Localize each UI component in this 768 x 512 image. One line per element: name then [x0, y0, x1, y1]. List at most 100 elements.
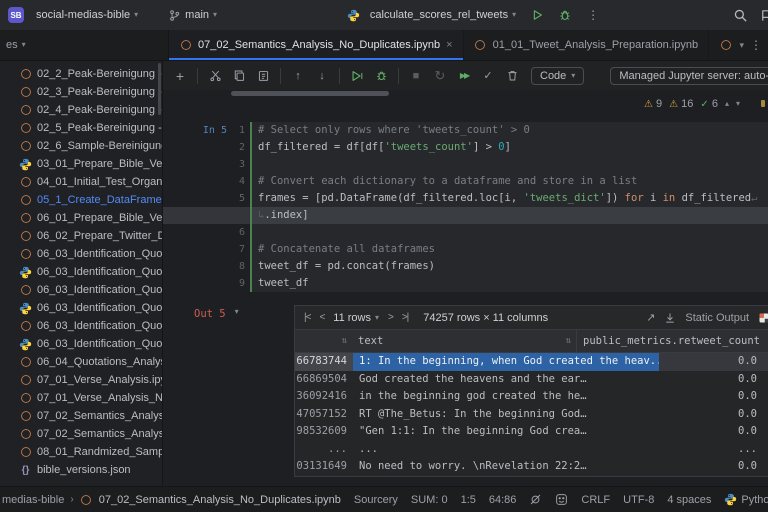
- code-text[interactable]: frames = [pd.DataFrame(df_filtered.loc[i…: [250, 190, 768, 207]
- text-cell[interactable]: No need to worry. \nRevelation 22:2…: [353, 458, 659, 476]
- code-line[interactable]: 9tweet_df: [163, 275, 768, 292]
- file-item[interactable]: 06_01_Prepare_Bible_Versio: [0, 209, 162, 227]
- prev-problem-chevron[interactable]: ▴: [725, 100, 729, 108]
- delete-cell-button[interactable]: [501, 65, 523, 87]
- output-collapse-chevron[interactable]: ▾: [235, 308, 239, 316]
- editor-tab[interactable]: 01_01_Tweet_Analysis_Preparation.ipynb: [464, 30, 709, 60]
- cut-cell-button[interactable]: [204, 65, 226, 87]
- code-text[interactable]: # Convert each dictionary to a dataframe…: [250, 173, 768, 190]
- search-icon[interactable]: [730, 4, 752, 26]
- table-row[interactable]: 47057152RT @The_Betus: In the beginning …: [295, 406, 768, 424]
- text-cell[interactable]: "Gen 1:1: In the beginning God crea…: [353, 423, 659, 441]
- code-text[interactable]: [250, 224, 768, 241]
- row-index-cell[interactable]: 66869504: [295, 371, 353, 389]
- encoding-widget[interactable]: UTF-8: [623, 494, 654, 506]
- tab-options-kebab[interactable]: ⋮: [750, 38, 762, 52]
- code-line[interactable]: 3: [163, 156, 768, 173]
- code-text[interactable]: df_filtered = df[df['tweets_count'] > 0]: [250, 139, 768, 156]
- file-item[interactable]: 06_03_Identification_Quotat: [0, 317, 162, 335]
- table-row[interactable]: 03131649No need to worry. \nRevelation 2…: [295, 458, 768, 476]
- code-line[interactable]: 8tweet_df = pd.concat(frames): [163, 258, 768, 275]
- retweet-count-cell[interactable]: 0.0: [659, 423, 768, 441]
- notifications-flag-icon[interactable]: [756, 4, 768, 26]
- code-text[interactable]: [250, 156, 768, 173]
- hidden-tabs-chevron[interactable]: ▾: [739, 41, 744, 50]
- table-row[interactable]: 36092416in the beginning god created the…: [295, 388, 768, 406]
- interpreter-widget[interactable]: Python 3.1: [724, 493, 768, 506]
- error-stripe-mark[interactable]: [761, 100, 765, 107]
- code-text[interactable]: tweet_df = pd.concat(frames): [250, 258, 768, 275]
- code-with-me-icon[interactable]: [555, 493, 568, 506]
- retweet-count-cell[interactable]: 0.0: [659, 388, 768, 406]
- table-row[interactable]: 667837441: In the beginning, when God cr…: [295, 353, 768, 371]
- file-item[interactable]: 06_02_Prepare_Twitter_Dat: [0, 227, 162, 245]
- sourcery-widget[interactable]: Sourcery: [354, 494, 398, 506]
- row-index-cell[interactable]: 03131649: [295, 458, 353, 476]
- file-item[interactable]: 08_01_Randmized_Sample_: [0, 443, 162, 461]
- project-selector[interactable]: social-medias-bible ▾: [32, 7, 142, 23]
- text-cell[interactable]: 1: In the beginning, when God created th…: [353, 353, 659, 371]
- line-ending-widget[interactable]: CRLF: [581, 494, 610, 506]
- next-problem-chevron[interactable]: ▾: [736, 100, 740, 108]
- restart-kernel-button[interactable]: ↻: [429, 65, 451, 87]
- code-line[interactable]: 4# Convert each dictionary to a datafram…: [163, 173, 768, 190]
- static-output-label[interactable]: Static Output: [685, 312, 749, 324]
- retweet-count-cell[interactable]: 0.0: [659, 353, 768, 371]
- add-cell-button[interactable]: +: [169, 65, 191, 87]
- run-all-cells-button[interactable]: ▶▶: [453, 65, 475, 87]
- run-config-selector[interactable]: calculate_scores_rel_tweets ▾: [366, 7, 520, 23]
- file-item[interactable]: 02_3_Peak-Bereinigung - Pe: [0, 83, 162, 101]
- text-cell[interactable]: in the beginning god created the he…: [353, 388, 659, 406]
- code-line[interactable]: ↳.index]: [163, 207, 768, 224]
- file-item[interactable]: 02_5_Peak-Bereinigung - Pe: [0, 119, 162, 137]
- page-size-dropdown[interactable]: 11 rows ▾: [333, 312, 379, 324]
- cell-type-dropdown[interactable]: Code ▾: [531, 67, 584, 85]
- open-in-new-icon[interactable]: ↗: [646, 311, 655, 324]
- first-page-button[interactable]: |<: [304, 312, 310, 323]
- row-index-cell[interactable]: 66783744: [295, 353, 353, 371]
- file-item[interactable]: 02_2_Peak-Bereinigung - Pe: [0, 65, 162, 83]
- file-item[interactable]: 05_1_Create_DataFrames.ip: [0, 191, 162, 209]
- debug-button[interactable]: [554, 4, 576, 26]
- retweet-count-cell[interactable]: ...: [659, 441, 768, 459]
- code-text[interactable]: ↳.index]: [250, 207, 768, 224]
- copy-cell-button[interactable]: [228, 65, 250, 87]
- table-row[interactable]: .........: [295, 441, 768, 459]
- stop-kernel-button[interactable]: ■: [405, 65, 427, 87]
- file-item[interactable]: 06_03_Identification_Quotat: [0, 335, 162, 353]
- prev-page-button[interactable]: <: [319, 312, 324, 323]
- text-cell[interactable]: ...: [353, 441, 659, 459]
- file-item[interactable]: 04_01_Initial_Test_Organiza: [0, 173, 162, 191]
- move-cell-up-button[interactable]: ↑: [287, 65, 309, 87]
- row-index-cell[interactable]: 98532609: [295, 423, 353, 441]
- retweet-count-cell[interactable]: 0.0: [659, 371, 768, 389]
- code-line[interactable]: 2df_filtered = df[df['tweets_count'] > 0…: [163, 139, 768, 156]
- highlighting-off-icon[interactable]: [529, 493, 542, 506]
- column-header-text[interactable]: text ⇅: [351, 335, 576, 347]
- file-item[interactable]: 02_4_Peak-Bereinigung - Pe: [0, 101, 162, 119]
- jupyter-server-dropdown[interactable]: Managed Jupyter server: auto-start ▾: [610, 67, 768, 85]
- row-index-cell[interactable]: 47057152: [295, 406, 353, 424]
- file-item[interactable]: 07_02_Semantics_Analysis.i: [0, 407, 162, 425]
- code-line[interactable]: 5frames = [pd.DataFrame(df_filtered.loc[…: [163, 190, 768, 207]
- caret-position[interactable]: 1:5: [461, 494, 476, 506]
- column-header-index[interactable]: ⇅: [295, 336, 351, 346]
- run-options-kebab[interactable]: ⋮: [582, 4, 604, 26]
- editor-tab[interactable]: 07_02_Semantics_Analysis_No_Duplicates.i…: [169, 30, 464, 60]
- file-item[interactable]: 06_03_Identification_Quotat: [0, 281, 162, 299]
- code-line[interactable]: 6: [163, 224, 768, 241]
- debug-cell-button[interactable]: [370, 65, 392, 87]
- close-tab-icon[interactable]: ×: [446, 39, 452, 51]
- text-cell[interactable]: RT @The_Betus: In the beginning God…: [353, 406, 659, 424]
- file-item[interactable]: 06_04_Quotations_Analysis: [0, 353, 162, 371]
- retweet-count-cell[interactable]: 0.0: [659, 458, 768, 476]
- row-index-cell[interactable]: 36092416: [295, 388, 353, 406]
- editor-tab[interactable]: regre: [709, 30, 733, 60]
- file-item[interactable]: 06_03_Identification_Quotat: [0, 299, 162, 317]
- export-download-icon[interactable]: [664, 312, 676, 324]
- retweet-count-cell[interactable]: 0.0: [659, 406, 768, 424]
- file-item[interactable]: 06_03_Identification_Quotat: [0, 263, 162, 281]
- code-line[interactable]: In 51# Select only rows where 'tweets_co…: [163, 122, 768, 139]
- breadcrumb-file[interactable]: 07_02_Semantics_Analysis_No_Duplicates.i…: [99, 494, 341, 506]
- file-item[interactable]: {}bible_versions.json: [0, 461, 162, 479]
